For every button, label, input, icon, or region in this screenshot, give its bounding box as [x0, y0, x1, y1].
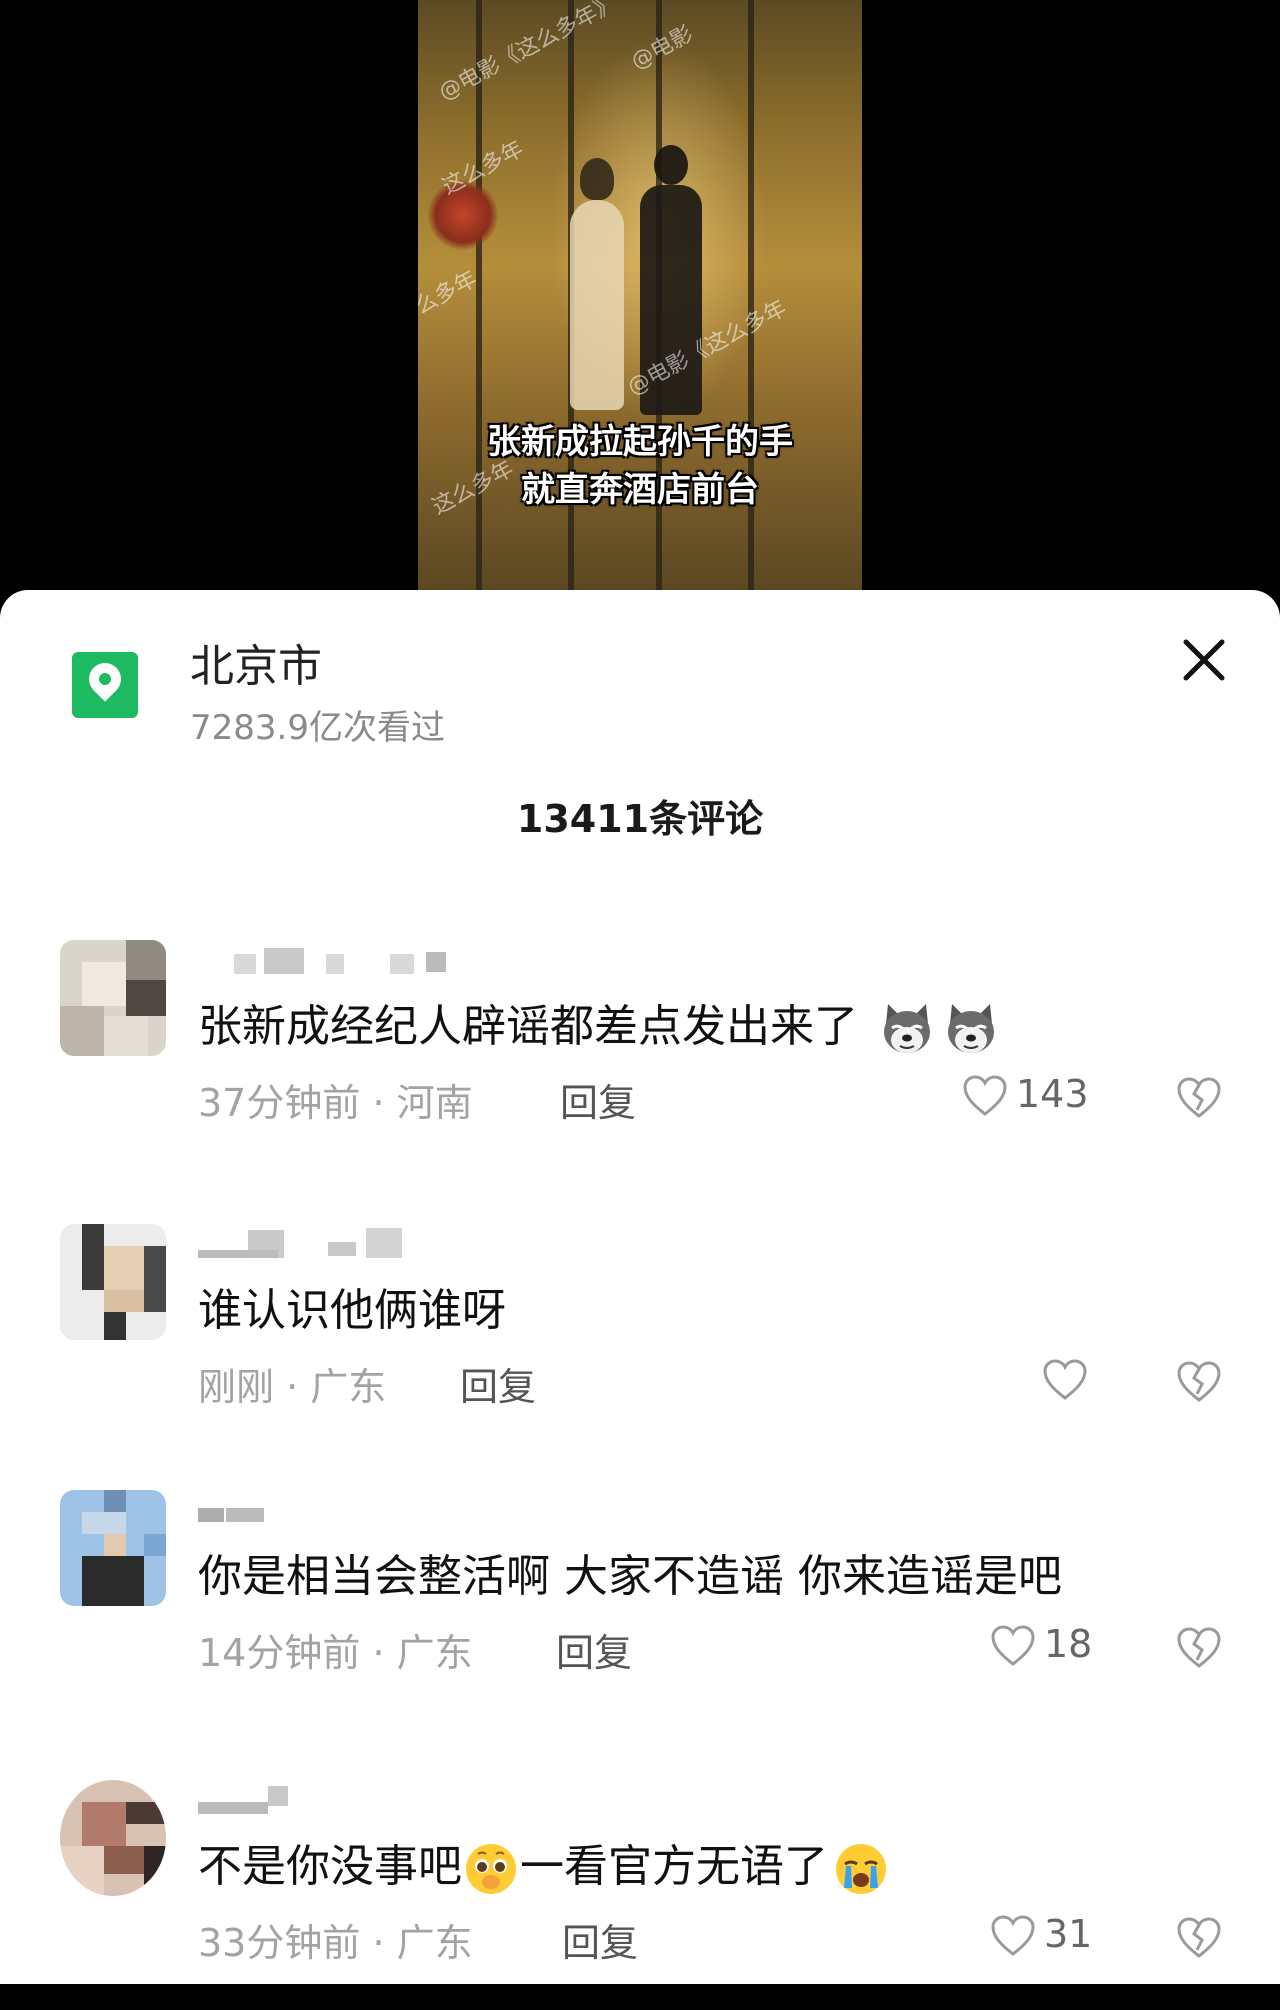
comment-time: 刚刚	[198, 1365, 275, 1409]
broken-heart-icon[interactable]	[1176, 1360, 1222, 1408]
heart-icon	[963, 1075, 1007, 1116]
reply-button[interactable]: 回复	[562, 1912, 638, 1967]
crying-face-emoji	[834, 1842, 888, 1896]
location-views: 7283.9亿次看过	[190, 708, 445, 748]
comment-text: 你是相当会整活啊 大家不造谣 你来造谣是吧	[198, 1551, 1062, 1602]
comment-item: 不是你没事吧 一看官方无语了 33分钟前 · 广东 回复 31	[0, 1780, 1280, 2010]
like-count: 18	[1044, 1622, 1093, 1666]
broken-heart-icon[interactable]	[1176, 1916, 1222, 1964]
meta-separator: ·	[274, 1365, 311, 1409]
comment-count: 13411条评论	[516, 797, 764, 841]
comment-time: 37分钟前	[198, 1081, 361, 1125]
comment-text: 张新成经纪人辟谣都差点发出来了	[198, 990, 1000, 1058]
map-pin-icon[interactable]	[72, 652, 138, 718]
comment-text: 不是你没事吧 一看官方无语了	[198, 1830, 888, 1896]
watermark: 么多年	[418, 266, 482, 320]
location-name[interactable]: 北京市	[190, 630, 322, 694]
pleading-face-emoji	[464, 1842, 518, 1896]
comment-meta: 14分钟前 · 广东	[198, 1622, 473, 1677]
broken-heart-icon[interactable]	[1176, 1076, 1222, 1124]
comment-time: 33分钟前	[198, 1921, 361, 1965]
comment-meta: 37分钟前 · 河南	[198, 1072, 473, 1127]
video-area: @电影《这么多年》 @电影 这么多年 么多年 @电影《这么多年 这么多年 张新成…	[0, 0, 1280, 600]
avatar[interactable]	[60, 1780, 166, 1896]
comment-meta: 刚刚 · 广东	[198, 1356, 386, 1411]
reply-button[interactable]: 回复	[460, 1356, 536, 1411]
heart-icon	[1043, 1359, 1087, 1400]
broken-heart-icon[interactable]	[1176, 1626, 1222, 1674]
video-subtitle-line2: 就直奔酒店前台	[521, 470, 759, 510]
comment-time: 14分钟前	[198, 1631, 361, 1675]
like-count: 143	[1016, 1072, 1089, 1116]
video-subtitle-line1: 张新成拉起孙千的手	[487, 422, 793, 462]
avatar[interactable]	[60, 1224, 166, 1340]
reply-button[interactable]: 回复	[560, 1072, 636, 1127]
meta-separator: ·	[360, 1921, 397, 1965]
comment-text: 谁认识他俩谁呀	[198, 1285, 506, 1336]
avatar[interactable]	[60, 940, 166, 1056]
comment-region: 河南	[396, 1081, 473, 1125]
reply-button[interactable]: 回复	[556, 1622, 632, 1677]
heart-icon	[991, 1625, 1035, 1666]
video-player[interactable]: @电影《这么多年》 @电影 这么多年 么多年 @电影《这么多年 这么多年 张新成…	[418, 0, 862, 592]
comment-region: 广东	[310, 1365, 387, 1409]
meta-separator: ·	[360, 1081, 397, 1125]
comment-sheet: 北京市 7283.9亿次看过 13411条评论 张新成经纪人辟谣都差点发出来了	[0, 590, 1280, 1984]
comment-item: 谁认识他俩谁呀 刚刚 · 广东 回复	[0, 1224, 1280, 1454]
comment-meta: 33分钟前 · 广东	[198, 1912, 473, 1967]
comment-item: 张新成经纪人辟谣都差点发出来了 37分钟前 · 河南 回复 143	[0, 940, 1280, 1170]
comment-text-body: 不是你没事吧	[198, 1841, 462, 1892]
comment-item: 你是相当会整活啊 大家不造谣 你来造谣是吧 14分钟前 · 广东 回复 18	[0, 1490, 1280, 1720]
avatar[interactable]	[60, 1490, 166, 1606]
meta-separator: ·	[360, 1631, 397, 1675]
person-figure	[570, 158, 624, 410]
heart-icon	[991, 1915, 1035, 1956]
like-count: 31	[1044, 1912, 1093, 1956]
comment-region: 广东	[396, 1921, 473, 1965]
comment-region: 广东	[396, 1631, 473, 1675]
comment-text-body: 张新成经纪人辟谣都差点发出来了	[198, 1001, 858, 1052]
dog-face-emoji	[878, 1000, 936, 1058]
dog-face-emoji	[942, 1000, 1000, 1058]
close-icon[interactable]	[1174, 630, 1234, 690]
comment-text-body: 一看官方无语了	[520, 1841, 828, 1892]
